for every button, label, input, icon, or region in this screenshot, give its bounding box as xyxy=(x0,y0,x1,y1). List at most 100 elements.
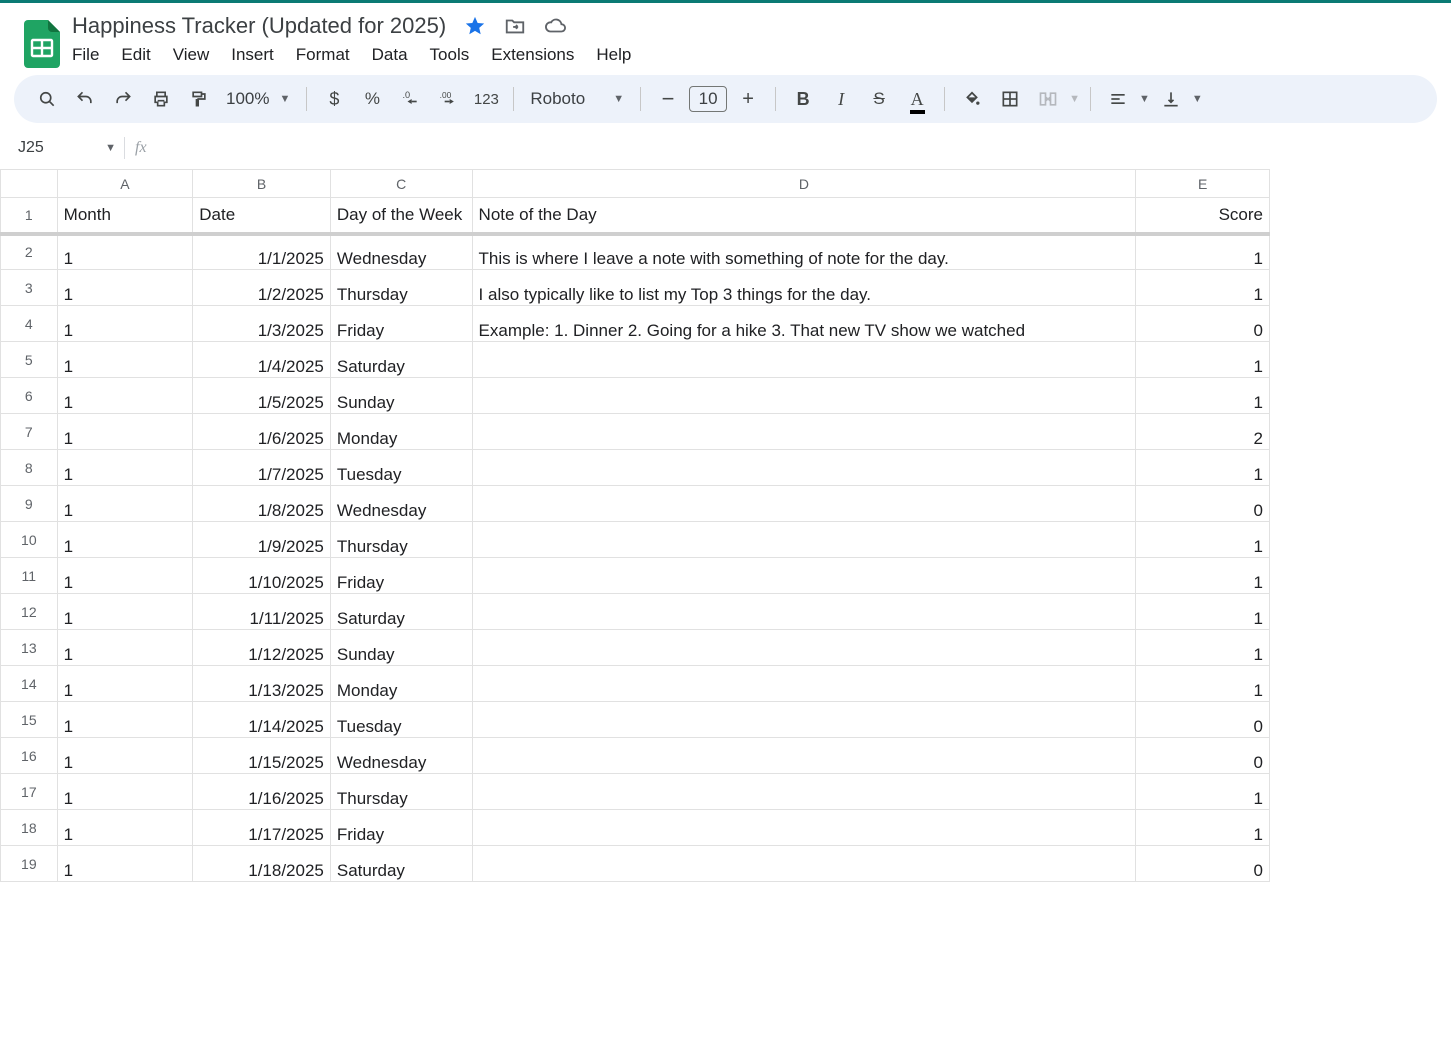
cell[interactable]: Friday xyxy=(330,810,472,846)
row-header[interactable]: 7 xyxy=(1,414,58,450)
cell[interactable]: 1 xyxy=(1136,558,1270,594)
menu-help[interactable]: Help xyxy=(596,45,631,65)
cell[interactable]: Note of the Day xyxy=(472,198,1136,234)
cell[interactable]: 1/11/2025 xyxy=(193,594,331,630)
cell[interactable]: 1 xyxy=(1136,450,1270,486)
cell[interactable] xyxy=(472,450,1136,486)
cell[interactable]: 1 xyxy=(1136,630,1270,666)
menu-format[interactable]: Format xyxy=(296,45,350,65)
cell[interactable]: 1/15/2025 xyxy=(193,738,331,774)
cell[interactable]: Monday xyxy=(330,414,472,450)
cell[interactable]: I also typically like to list my Top 3 t… xyxy=(472,270,1136,306)
cell[interactable]: 1/14/2025 xyxy=(193,702,331,738)
cell[interactable]: 1/10/2025 xyxy=(193,558,331,594)
cell[interactable]: 2 xyxy=(1136,414,1270,450)
increase-fontsize-button[interactable]: + xyxy=(731,82,765,116)
cell[interactable]: 1/16/2025 xyxy=(193,774,331,810)
col-header-E[interactable]: E xyxy=(1136,170,1270,198)
row-header[interactable]: 5 xyxy=(1,342,58,378)
cell[interactable]: 1 xyxy=(57,666,193,702)
row-header[interactable]: 14 xyxy=(1,666,58,702)
undo-icon[interactable] xyxy=(68,82,102,116)
cell[interactable]: 0 xyxy=(1136,306,1270,342)
row-header[interactable]: 9 xyxy=(1,486,58,522)
cell[interactable]: 1 xyxy=(57,270,193,306)
strikethrough-button[interactable]: S xyxy=(862,82,896,116)
cell[interactable]: 0 xyxy=(1136,702,1270,738)
decrease-decimal-icon[interactable]: .0 xyxy=(393,82,427,116)
currency-button[interactable]: $ xyxy=(317,82,351,116)
select-all-corner[interactable] xyxy=(1,170,58,198)
cell[interactable] xyxy=(472,774,1136,810)
cloud-status-icon[interactable] xyxy=(544,15,566,37)
cell[interactable]: 1/12/2025 xyxy=(193,630,331,666)
col-header-D[interactable]: D xyxy=(472,170,1136,198)
star-icon[interactable] xyxy=(464,15,486,37)
merge-cells-icon[interactable] xyxy=(1031,82,1065,116)
cell[interactable]: 1/3/2025 xyxy=(193,306,331,342)
row-header[interactable]: 12 xyxy=(1,594,58,630)
col-header-C[interactable]: C xyxy=(330,170,472,198)
cell[interactable]: 1 xyxy=(1136,234,1270,270)
cell[interactable]: 1 xyxy=(57,774,193,810)
cell[interactable]: 1 xyxy=(57,738,193,774)
fontsize-input[interactable]: 10 xyxy=(689,86,727,112)
document-title[interactable]: Happiness Tracker (Updated for 2025) xyxy=(72,13,446,39)
cell[interactable]: Saturday xyxy=(330,594,472,630)
cell[interactable]: Friday xyxy=(330,558,472,594)
decrease-fontsize-button[interactable]: − xyxy=(651,82,685,116)
cell[interactable]: 1 xyxy=(1136,342,1270,378)
cell[interactable]: 1/13/2025 xyxy=(193,666,331,702)
cell[interactable]: 1/2/2025 xyxy=(193,270,331,306)
italic-button[interactable]: I xyxy=(824,82,858,116)
cell[interactable]: 1 xyxy=(1136,594,1270,630)
cell[interactable]: Score xyxy=(1136,198,1270,234)
row-header[interactable]: 17 xyxy=(1,774,58,810)
cell[interactable]: 1 xyxy=(57,234,193,270)
redo-icon[interactable] xyxy=(106,82,140,116)
cell[interactable] xyxy=(472,594,1136,630)
cell[interactable]: Sunday xyxy=(330,378,472,414)
cell[interactable]: Monday xyxy=(330,666,472,702)
percent-button[interactable]: % xyxy=(355,82,389,116)
cell[interactable]: 1 xyxy=(57,810,193,846)
cell[interactable]: 1 xyxy=(57,522,193,558)
cell[interactable]: Thursday xyxy=(330,522,472,558)
fill-color-icon[interactable] xyxy=(955,82,989,116)
cell[interactable]: Thursday xyxy=(330,270,472,306)
cell[interactable]: Sunday xyxy=(330,630,472,666)
cell[interactable]: Example: 1. Dinner 2. Going for a hike 3… xyxy=(472,306,1136,342)
increase-decimal-icon[interactable]: .00 xyxy=(431,82,465,116)
cell[interactable]: Saturday xyxy=(330,342,472,378)
cell[interactable]: 1 xyxy=(57,630,193,666)
cell[interactable]: This is where I leave a note with someth… xyxy=(472,234,1136,270)
bold-button[interactable]: B xyxy=(786,82,820,116)
move-to-folder-icon[interactable] xyxy=(504,15,526,37)
cell[interactable]: 1/5/2025 xyxy=(193,378,331,414)
name-box[interactable]: J25 ▼ xyxy=(14,139,124,157)
col-header-B[interactable]: B xyxy=(193,170,331,198)
text-color-button[interactable]: A xyxy=(900,82,934,116)
cell[interactable] xyxy=(472,738,1136,774)
cell[interactable]: 1/1/2025 xyxy=(193,234,331,270)
cell[interactable] xyxy=(472,810,1136,846)
cell[interactable] xyxy=(472,702,1136,738)
cell[interactable] xyxy=(472,414,1136,450)
cell[interactable]: 1 xyxy=(1136,522,1270,558)
cell[interactable]: 1/7/2025 xyxy=(193,450,331,486)
cell[interactable]: Wednesday xyxy=(330,486,472,522)
cell[interactable]: 1 xyxy=(57,342,193,378)
cell[interactable]: 0 xyxy=(1136,846,1270,882)
sheets-logo-icon[interactable] xyxy=(22,18,62,70)
cell[interactable]: Tuesday xyxy=(330,702,472,738)
cell[interactable]: 1/6/2025 xyxy=(193,414,331,450)
cell[interactable] xyxy=(472,522,1136,558)
row-header[interactable]: 19 xyxy=(1,846,58,882)
cell[interactable] xyxy=(472,486,1136,522)
borders-icon[interactable] xyxy=(993,82,1027,116)
cell[interactable] xyxy=(472,630,1136,666)
cell[interactable]: 1 xyxy=(1136,378,1270,414)
cell[interactable]: Saturday xyxy=(330,846,472,882)
cell[interactable]: 1/8/2025 xyxy=(193,486,331,522)
cell[interactable]: 1 xyxy=(1136,810,1270,846)
